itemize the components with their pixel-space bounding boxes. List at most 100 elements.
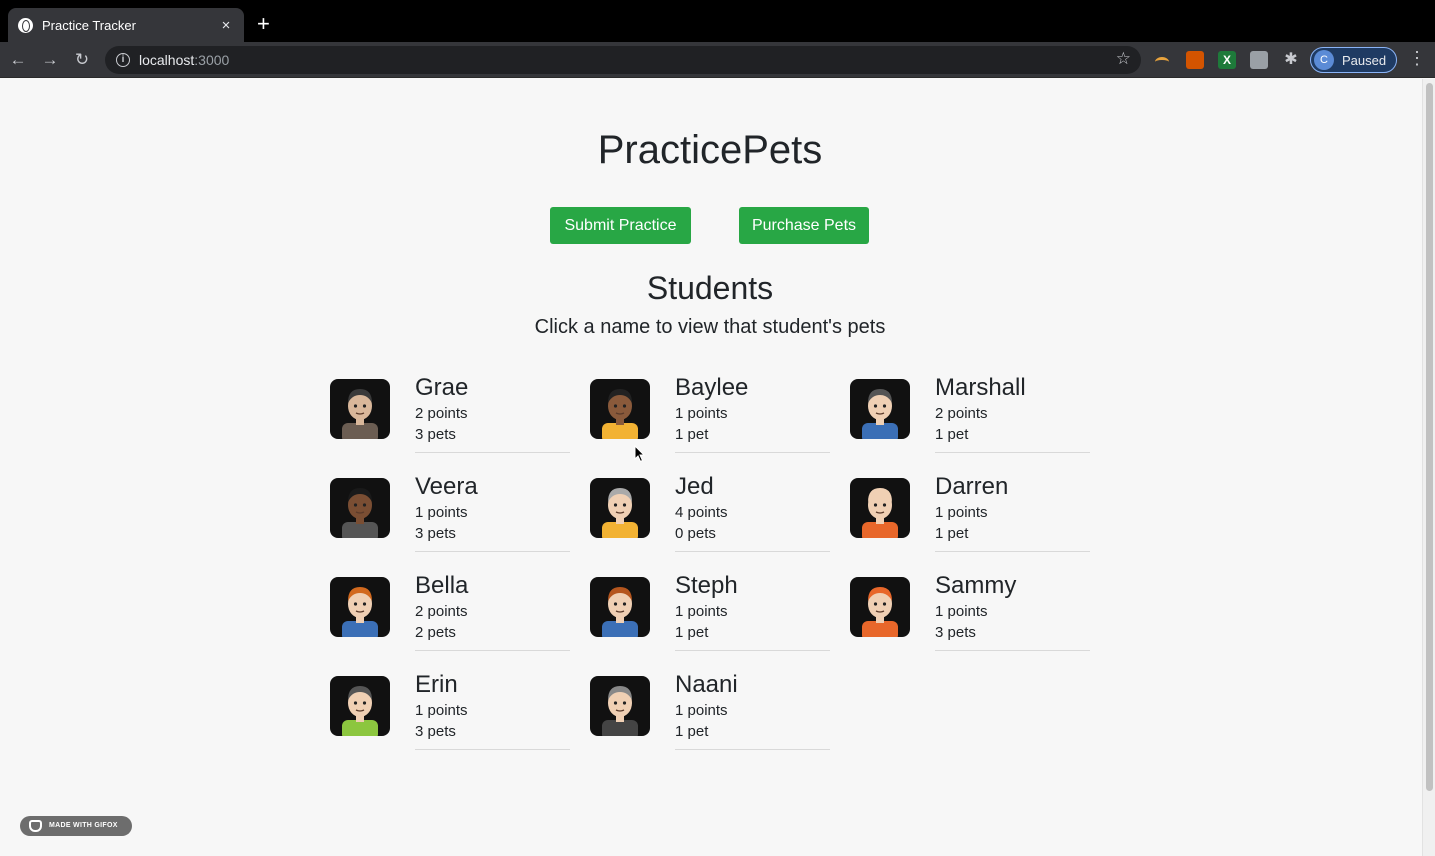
student-avatar-icon (330, 577, 390, 637)
student-pets-count: 1 pet (675, 624, 709, 641)
url-port: :3000 (194, 52, 230, 68)
student-name-link[interactable]: Steph (675, 571, 830, 601)
purchase-pets-button[interactable]: Purchase Pets (739, 207, 869, 244)
browser-tab[interactable]: Practice Tracker × (8, 8, 244, 42)
student-points: 1 points (415, 504, 468, 521)
student-avatar-icon (330, 379, 390, 439)
gifox-watermark: MADE WITH GIFOX (20, 816, 132, 836)
browser-menu-icon[interactable]: ⋮ (1408, 48, 1426, 69)
student-avatar-icon (330, 478, 390, 538)
student-pets-count: 3 pets (415, 525, 456, 542)
page-content: PracticePets Submit Practice Purchase Pe… (0, 79, 1422, 856)
globe-icon (18, 17, 33, 33)
student-pets-count: 1 pet (935, 426, 969, 443)
student-card[interactable]: Baylee 1 points 1 pet (590, 374, 830, 459)
orange-extension-icon[interactable] (1186, 51, 1204, 69)
page-scrollbar[interactable] (1422, 79, 1435, 856)
student-name-link[interactable]: Jed (675, 472, 830, 502)
grey-extension-icon[interactable] (1250, 51, 1268, 69)
student-pets-count: 1 pet (675, 723, 709, 740)
watermark-text: MADE WITH GIFOX (49, 822, 118, 829)
student-pets-count: 3 pets (415, 723, 456, 740)
close-tab-icon[interactable]: × (218, 17, 234, 34)
student-points: 2 points (415, 405, 468, 422)
browser-tab-bar: Practice Tracker × + (0, 0, 1435, 42)
forward-button[interactable]: → (38, 48, 62, 72)
student-card[interactable]: Grae 2 points 3 pets (330, 374, 570, 459)
student-name-link[interactable]: Erin (415, 670, 570, 700)
student-avatar-icon (590, 379, 650, 439)
student-pets-count: 0 pets (675, 525, 716, 542)
student-info: Baylee 1 points 1 pet (675, 373, 830, 453)
students-subtitle: Click a name to view that student's pets (534, 316, 886, 338)
info-icon[interactable]: i (116, 53, 130, 67)
student-info: Veera 1 points 3 pets (415, 472, 570, 552)
student-info: Jed 4 points 0 pets (675, 472, 830, 552)
student-card[interactable]: Veera 1 points 3 pets (330, 473, 570, 558)
bookmark-star-icon[interactable]: ☆ (1116, 49, 1131, 69)
student-points: 1 points (675, 702, 728, 719)
profile-button[interactable]: C Paused (1310, 47, 1397, 73)
student-card[interactable]: Marshall 2 points 1 pet (850, 374, 1090, 459)
tab-title: Practice Tracker (42, 17, 136, 33)
student-pets-count: 1 pet (675, 426, 709, 443)
student-card[interactable]: Naani 1 points 1 pet (590, 671, 830, 756)
student-points: 1 points (935, 603, 988, 620)
student-card[interactable]: Erin 1 points 3 pets (330, 671, 570, 756)
reload-button[interactable]: ↻ (70, 48, 94, 72)
student-name-link[interactable]: Grae (415, 373, 570, 403)
student-info: Darren 1 points 1 pet (935, 472, 1090, 552)
url-text: localhost:3000 (139, 52, 229, 68)
student-name-link[interactable]: Naani (675, 670, 830, 700)
rainbow-extension-icon[interactable] (1153, 51, 1171, 69)
student-points: 1 points (415, 702, 468, 719)
profile-status: Paused (1342, 52, 1387, 68)
student-name-link[interactable]: Bella (415, 571, 570, 601)
browser-toolbar: ← → ↻ i localhost:3000 ☆ X ✱ C Paused ⋮ (0, 42, 1435, 78)
student-pets-count: 2 pets (415, 624, 456, 641)
student-pets-count: 1 pet (935, 525, 969, 542)
app-title: PracticePets (597, 128, 823, 172)
student-points: 1 points (675, 603, 728, 620)
student-card[interactable]: Sammy 1 points 3 pets (850, 572, 1090, 657)
student-name-link[interactable]: Marshall (935, 373, 1090, 403)
submit-practice-button[interactable]: Submit Practice (550, 207, 691, 244)
student-pets-count: 3 pets (415, 426, 456, 443)
student-info: Grae 2 points 3 pets (415, 373, 570, 453)
student-name-link[interactable]: Baylee (675, 373, 830, 403)
puzzle-extensions-icon[interactable]: ✱ (1282, 51, 1300, 69)
student-avatar-icon (850, 379, 910, 439)
student-info: Bella 2 points 2 pets (415, 571, 570, 651)
student-avatar-icon (850, 478, 910, 538)
student-avatar-icon (590, 676, 650, 736)
student-info: Sammy 1 points 3 pets (935, 571, 1090, 651)
student-card[interactable]: Bella 2 points 2 pets (330, 572, 570, 657)
student-points: 2 points (415, 603, 468, 620)
student-avatar-icon (330, 676, 390, 736)
student-info: Erin 1 points 3 pets (415, 670, 570, 750)
student-info: Steph 1 points 1 pet (675, 571, 830, 651)
student-points: 2 points (935, 405, 988, 422)
student-name-link[interactable]: Darren (935, 472, 1090, 502)
students-heading: Students (646, 270, 774, 306)
excel-extension-icon[interactable]: X (1218, 51, 1236, 69)
url-host: localhost (139, 52, 195, 68)
back-button[interactable]: ← (6, 48, 30, 72)
student-info: Naani 1 points 1 pet (675, 670, 830, 750)
student-name-link[interactable]: Sammy (935, 571, 1090, 601)
student-card[interactable]: Darren 1 points 1 pet (850, 473, 1090, 558)
new-tab-button[interactable]: + (257, 10, 270, 38)
student-card[interactable]: Steph 1 points 1 pet (590, 572, 830, 657)
student-info: Marshall 2 points 1 pet (935, 373, 1090, 453)
student-points: 1 points (935, 504, 988, 521)
gifox-logo-icon (29, 820, 42, 832)
address-bar[interactable]: i localhost:3000 ☆ (105, 46, 1141, 74)
student-avatar-icon (590, 478, 650, 538)
student-pets-count: 3 pets (935, 624, 976, 641)
scrollbar-thumb[interactable] (1426, 83, 1433, 791)
student-points: 4 points (675, 504, 728, 521)
student-avatar-icon (590, 577, 650, 637)
student-name-link[interactable]: Veera (415, 472, 570, 502)
student-card[interactable]: Jed 4 points 0 pets (590, 473, 830, 558)
mouse-cursor-icon (634, 445, 646, 463)
